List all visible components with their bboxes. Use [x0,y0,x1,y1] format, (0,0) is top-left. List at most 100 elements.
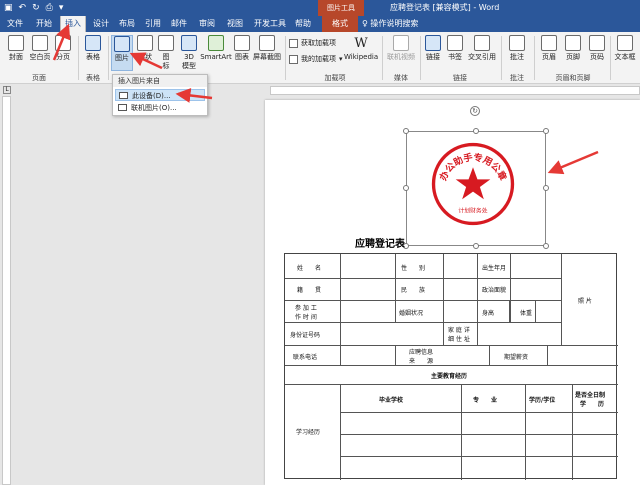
resize-handle[interactable] [543,128,549,134]
tab-home[interactable]: 开始 [32,16,56,32]
label-address-2: 细 住 址 [448,336,470,343]
label-study-history: 学习经历 [296,429,321,436]
tab-insert[interactable]: 插入 [60,16,86,32]
official-seal: 办公助手专用公章 计划财务处 [431,142,515,226]
redo-icon[interactable]: ↻ [32,2,40,14]
horizontal-ruler[interactable] [270,86,640,95]
online-video-button[interactable]: 联机视频 [386,35,416,62]
undo-icon[interactable]: ↶ [19,2,27,14]
group-label-links: 链接 [453,74,467,82]
cross-reference-button[interactable]: 交叉引用 [467,35,497,62]
menu-item-online-pictures[interactable]: 联机图片(O)... [115,102,205,114]
group-label-media: 媒体 [394,74,408,82]
tab-layout[interactable]: 布局 [116,16,138,32]
label-weight: 体重 [520,310,533,317]
group-divider [534,36,535,80]
smartart-button[interactable]: SmartArt [200,35,232,62]
group-divider [78,36,79,80]
customize-qat-icon[interactable]: ▾ [59,2,64,14]
smartart-icon [208,35,224,51]
resize-handle[interactable] [543,185,549,191]
label-id-number: 身份证号码 [290,332,321,339]
resize-handle[interactable] [543,243,549,249]
print-preview-icon[interactable]: ⎙ [46,2,53,14]
label-height: 身高 [482,310,495,317]
tab-format[interactable]: 格式 [322,16,358,32]
resize-handle[interactable] [473,243,479,249]
icons-button[interactable]: 图 标 [158,35,174,71]
label-work-time-2: 作 时 间 [295,314,317,321]
get-addins-button[interactable]: 获取加载项 [289,38,336,49]
label-source-1: 应聘信息 [409,349,434,356]
label-source-2: 来 源 [409,358,434,365]
comment-icon [509,35,525,51]
3d-models-button[interactable]: 3D 模型 [178,35,200,71]
tab-design[interactable]: 设计 [90,16,112,32]
tell-me-search[interactable]: ♀ 操作说明搜索 [362,16,418,32]
save-icon[interactable]: ▣ [4,2,13,14]
textbox-button[interactable]: 文本框 [612,35,638,62]
tab-help[interactable]: 帮助 [292,16,314,32]
label-degree: 学历/学位 [529,397,556,404]
blank-page-icon [32,35,48,51]
rotate-handle-icon[interactable]: ↻ [470,106,480,116]
label-name: 姓 名 [297,265,322,272]
title-bar: ▣ ↶ ↻ ⎙ ▾ 图片工具 应聘登记表 [兼容模式] - Word [0,0,640,16]
icons-icon [158,35,174,51]
ribbon-insert: 封面 空白页 分页 页面 表格 表格 图片 形状 图 标 3D 模型 Smart… [0,32,640,84]
resize-handle[interactable] [403,185,409,191]
page-number-icon [589,35,605,51]
chart-button[interactable]: 图表 [233,35,251,62]
document-page[interactable]: ↻ 办公助手专用公章 计划财务处 应聘登记表 姓 名 性 别 出生年月 籍 贯 … [265,100,640,485]
tab-references[interactable]: 引用 [142,16,164,32]
resize-handle[interactable] [403,128,409,134]
addins-icon [289,55,298,64]
tab-file[interactable]: 文件 [4,16,26,32]
chevron-down-icon: ▾ [339,55,343,63]
tab-mailings[interactable]: 邮件 [168,16,190,32]
group-label-addins: 加载项 [324,74,346,82]
shapes-button[interactable]: 形状 [134,35,156,62]
tab-view[interactable]: 视图 [224,16,246,32]
resize-handle[interactable] [473,128,479,134]
footer-button[interactable]: 页脚 [562,35,584,62]
label-education: 主要教育经历 [431,373,468,380]
label-photo: 照 片 [578,298,592,305]
picture-icon [114,36,130,52]
bookmark-button[interactable]: 书签 [445,35,465,62]
page-break-button[interactable]: 分页 [52,35,74,62]
tab-developer[interactable]: 开发工具 [252,16,288,32]
ribbon-tab-bar: 文件 开始 插入 设计 布局 引用 邮件 审阅 视图 开发工具 帮助 格式 ♀ … [0,16,640,32]
group-divider [501,36,502,80]
star-icon [455,167,491,200]
tab-selector[interactable]: L [3,86,11,94]
group-divider [285,36,286,80]
my-addins-button[interactable]: 我的加载项 ▾ [289,54,343,65]
tab-review[interactable]: 审阅 [196,16,218,32]
header-button[interactable]: 页眉 [538,35,560,62]
wikipedia-icon: W [354,36,368,51]
label-work-time-1: 参 加 工 [295,305,317,312]
cube-icon [181,35,197,51]
group-label-tables: 表格 [86,74,100,82]
label-phone: 联系电话 [293,354,318,361]
screenshot-button[interactable]: 屏幕截图 [252,35,282,62]
label-birth: 出生年月 [482,265,507,272]
pictures-button[interactable]: 图片 [111,35,133,71]
blank-page-button[interactable]: 空白页 [28,35,52,62]
table-icon [85,35,101,51]
link-button[interactable]: 链接 [423,35,443,62]
menu-item-this-device[interactable]: 此设备(D)... [115,89,205,101]
page-break-icon [55,35,71,51]
vertical-ruler[interactable] [2,96,11,485]
comment-button[interactable]: 批注 [505,35,529,62]
table-button[interactable]: 表格 [81,35,105,62]
label-marital: 婚姻状况 [399,310,424,317]
label-fulltime-1: 是否全日制 [575,392,606,399]
cross-reference-icon [474,35,490,51]
page-number-button[interactable]: 页码 [586,35,608,62]
group-divider [108,36,109,80]
cover-page-button[interactable]: 封面 [4,35,28,62]
label-major: 专 业 [473,397,498,404]
wikipedia-button[interactable]: W Wikipedia [344,35,378,62]
